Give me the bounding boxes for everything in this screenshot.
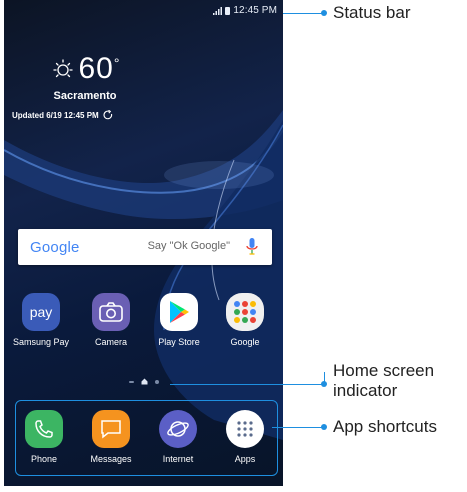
battery-icon — [225, 6, 231, 15]
signal-icon — [213, 6, 223, 15]
pay-glyph: pay — [29, 304, 53, 320]
app-label: Phone — [30, 454, 58, 464]
home-screen-indicator[interactable] — [129, 378, 159, 385]
weather-updated: Updated 6/19 12:45 PM — [12, 110, 113, 120]
apps-icon — [226, 410, 264, 448]
callout-home-indicator-line1: Home screen — [333, 361, 435, 380]
google-folder-icon — [226, 293, 264, 331]
app-label: Play Store — [158, 337, 200, 347]
refresh-icon[interactable] — [103, 110, 113, 120]
callout-dot-indicator — [321, 381, 327, 387]
mic-icon[interactable] — [246, 238, 258, 256]
weather-updated-text: Updated 6/19 12:45 PM — [12, 110, 99, 120]
app-label: Internet — [162, 454, 194, 464]
phone-glyph — [35, 420, 53, 438]
home-page-icon[interactable] — [141, 378, 148, 385]
messages-icon — [92, 410, 130, 448]
callout-dot-status — [321, 10, 327, 16]
apps-grid-glyph — [237, 421, 253, 437]
google-folder-glyph — [234, 301, 256, 323]
callout-status-bar: Status bar — [333, 3, 411, 22]
internet-icon — [159, 410, 197, 448]
phone-icon — [25, 410, 63, 448]
callout-home-indicator-line2: indicator — [333, 381, 398, 400]
degree-symbol: ° — [113, 55, 120, 71]
weather-widget[interactable]: 60 ° Sacramento — [30, 54, 140, 102]
callout-app-shortcuts: App shortcuts — [333, 417, 437, 436]
play-glyph — [170, 301, 189, 323]
search-hint: Say "Ok Google" — [147, 240, 230, 252]
app-samsung-pay[interactable]: pay Samsung Pay — [9, 293, 73, 347]
weather-city: Sacramento — [53, 90, 117, 102]
app-internet[interactable]: Internet — [146, 410, 210, 464]
page-dot-right[interactable] — [155, 379, 159, 384]
callout-line-indicator — [170, 384, 325, 385]
app-phone[interactable]: Phone — [12, 410, 76, 464]
app-label: Messages — [90, 454, 132, 464]
app-apps[interactable]: Apps — [213, 410, 277, 464]
google-logo-text: Google — [30, 238, 80, 256]
internet-glyph — [167, 421, 189, 437]
callout-home-indicator: Home screen indicator — [333, 361, 434, 401]
app-google-folder[interactable]: Google — [213, 293, 277, 347]
phone-home-screen: 12:45 PM 60 ° Sacramento Updated 6/19 12:… — [4, 0, 283, 486]
temperature: 60 — [78, 52, 114, 85]
messages-glyph — [101, 420, 121, 439]
app-play-store[interactable]: Play Store — [147, 293, 211, 347]
play-store-icon — [160, 293, 198, 331]
sun-icon — [52, 59, 73, 78]
camera-glyph — [99, 302, 123, 322]
page-dot-left[interactable] — [129, 380, 134, 383]
callout-line-status — [283, 13, 325, 14]
callout-dot-shortcuts — [321, 424, 327, 430]
callout-line-shortcuts — [272, 427, 325, 428]
status-bar: 12:45 PM — [213, 5, 277, 16]
app-label: Google — [230, 337, 260, 347]
google-logo: Google — [30, 239, 80, 256]
google-search-bar[interactable]: Google Say "Ok Google" — [18, 229, 272, 265]
app-label: Samsung Pay — [12, 337, 70, 347]
samsung-pay-icon: pay — [22, 293, 60, 331]
app-label: Apps — [234, 454, 256, 464]
app-messages[interactable]: Messages — [79, 410, 143, 464]
app-label: Camera — [94, 337, 127, 347]
camera-icon — [92, 293, 130, 331]
app-camera[interactable]: Camera — [79, 293, 143, 347]
status-time: 12:45 PM — [233, 5, 277, 16]
